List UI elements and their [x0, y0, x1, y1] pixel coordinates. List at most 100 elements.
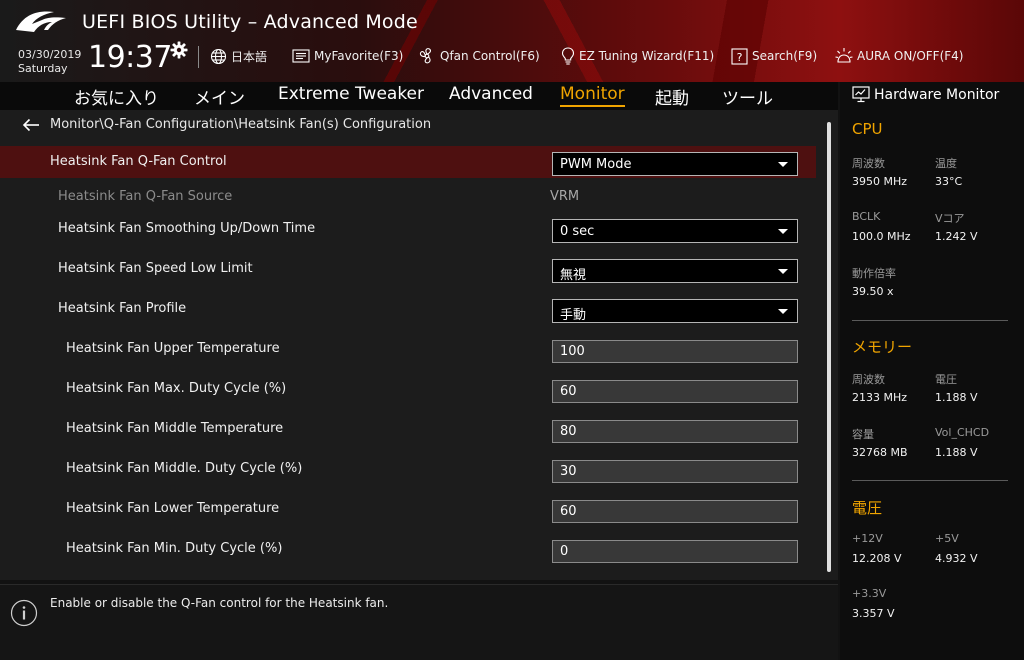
breadcrumb: Monitor\Q-Fan Configuration\Heatsink Fan… — [22, 117, 431, 132]
hw-divider — [852, 480, 1008, 481]
title-bar: UEFI BIOS Utility – Advanced Mode 03/30/… — [0, 0, 1024, 82]
rog-logo-icon — [16, 11, 66, 32]
setting-row-smoothing-time[interactable]: Heatsink Fan Smoothing Up/Down Time 0 se… — [0, 214, 816, 246]
hw-voltage-title: 電圧 — [852, 499, 883, 517]
hw-33v-label: +3.3V — [852, 587, 887, 600]
qfan-control-label: Qfan Control(F6) — [440, 49, 540, 63]
hardware-monitor-title: Hardware Monitor — [874, 86, 1000, 103]
info-icon — [10, 599, 38, 627]
hw-cpu-bclk-label: BCLK — [852, 210, 881, 223]
tab-main[interactable]: メイン — [194, 84, 245, 109]
setting-row-fan-profile[interactable]: Heatsink Fan Profile 手動 — [0, 294, 816, 326]
ez-tuning-wizard-button[interactable]: EZ Tuning Wizard(F11) — [561, 46, 714, 66]
hw-mem-chcd-label: Vol_CHCD — [935, 426, 990, 439]
hw-divider — [852, 320, 1008, 321]
hw-cpu-temp-value: 33°C — [935, 175, 963, 188]
select-value: PWM Mode — [560, 157, 632, 172]
lightbulb-icon — [561, 47, 575, 65]
setting-label: Heatsink Fan Lower Temperature — [66, 501, 280, 516]
main-tab-bar: お気に入り メイン Extreme Tweaker Advanced Monit… — [0, 82, 838, 110]
min-duty-cycle-input[interactable] — [552, 540, 798, 563]
app-title: UEFI BIOS Utility – Advanced Mode — [82, 11, 418, 33]
hw-5v-label: +5V — [935, 532, 959, 545]
hw-cpu-title: CPU — [852, 120, 883, 138]
globe-icon — [210, 48, 227, 64]
qfan-control-select[interactable]: PWM Mode — [552, 152, 798, 176]
ez-tuning-wizard-label: EZ Tuning Wizard(F11) — [579, 49, 715, 63]
setting-row-middle-temperature[interactable]: Heatsink Fan Middle Temperature — [0, 414, 816, 446]
select-value: 0 sec — [560, 224, 595, 239]
svg-text:?: ? — [737, 51, 743, 64]
setting-label: Heatsink Fan Profile — [58, 301, 187, 316]
aura-toggle-label: AURA ON/OFF(F4) — [857, 49, 964, 63]
day-readout: Saturday — [18, 62, 68, 75]
qfan-control-button[interactable]: Qfan Control(F6) — [418, 46, 540, 66]
select-value: 無視 — [560, 268, 587, 283]
hw-12v-label: +12V — [852, 532, 883, 545]
help-bar: Enable or disable the Q-Fan control for … — [0, 584, 838, 660]
hw-cpu-temp-label: 温度 — [935, 157, 957, 170]
hardware-monitor-panel: Hardware Monitor CPU 周波数 温度 3950 MHz 33°… — [840, 82, 1024, 660]
setting-label: Heatsink Fan Upper Temperature — [66, 341, 280, 356]
upper-temperature-input[interactable] — [552, 340, 798, 363]
hw-mem-freq-label: 周波数 — [852, 373, 885, 386]
speed-low-limit-select[interactable]: 無視 — [552, 259, 798, 283]
caret-down-icon — [778, 162, 788, 167]
setting-row-qfan-source: Heatsink Fan Q-Fan Source VRM — [0, 181, 816, 213]
setting-label: Heatsink Fan Min. Duty Cycle (%) — [66, 541, 283, 556]
middle-duty-cycle-input[interactable] — [552, 460, 798, 483]
lower-temperature-input[interactable] — [552, 500, 798, 523]
myfavorite-button[interactable]: MyFavorite(F3) — [292, 46, 403, 66]
breadcrumb-path: Monitor\Q-Fan Configuration\Heatsink Fan… — [50, 117, 432, 132]
tab-boot[interactable]: 起動 — [655, 84, 689, 109]
hw-mem-chcd-value: 1.188 V — [935, 446, 978, 459]
tab-monitor[interactable]: Monitor — [560, 84, 625, 107]
hw-12v-value: 12.208 V — [852, 552, 902, 565]
hw-cpu-ratio-value: 39.50 x — [852, 285, 894, 298]
tab-advanced[interactable]: Advanced — [449, 84, 533, 104]
aura-icon — [835, 48, 853, 63]
smoothing-time-select[interactable]: 0 sec — [552, 219, 798, 243]
setting-label: Heatsink Fan Middle Temperature — [66, 421, 284, 436]
header-divider — [198, 46, 199, 68]
setting-row-middle-duty-cycle[interactable]: Heatsink Fan Middle. Duty Cycle (%) — [0, 454, 816, 486]
hw-memory-title: メモリー — [852, 338, 913, 356]
max-duty-cycle-input[interactable] — [552, 380, 798, 403]
date-readout: 03/30/2019 — [18, 48, 82, 61]
setting-label: Heatsink Fan Q-Fan Source — [58, 189, 233, 204]
caret-down-icon — [778, 269, 788, 274]
caret-down-icon — [778, 309, 788, 314]
language-label: 日本語 — [231, 49, 268, 64]
hw-mem-capacity-label: 容量 — [852, 428, 874, 441]
hw-mem-volt-value: 1.188 V — [935, 391, 978, 404]
help-box-icon: ? — [731, 47, 748, 65]
settings-panel: Monitor\Q-Fan Configuration\Heatsink Fan… — [0, 110, 838, 580]
search-button[interactable]: ? Search(F9) — [731, 46, 817, 66]
hw-mem-freq-value: 2133 MHz — [852, 391, 908, 404]
language-button[interactable]: 日本語 — [210, 46, 267, 66]
fan-icon — [419, 48, 431, 64]
aura-toggle-button[interactable]: AURA ON/OFF(F4) — [835, 46, 963, 66]
back-arrow-icon[interactable] — [22, 118, 40, 132]
fan-profile-select[interactable]: 手動 — [552, 299, 798, 323]
hw-cpu-freq-value: 3950 MHz — [852, 175, 908, 188]
setting-static-value: VRM — [550, 189, 580, 204]
setting-row-speed-low-limit[interactable]: Heatsink Fan Speed Low Limit 無視 — [0, 254, 816, 286]
search-label: Search(F9) — [752, 49, 818, 63]
hw-cpu-vcore-label: Vコア — [935, 212, 965, 225]
setting-row-min-duty-cycle[interactable]: Heatsink Fan Min. Duty Cycle (%) — [0, 534, 816, 566]
tab-tool[interactable]: ツール — [722, 84, 773, 109]
tab-favorites[interactable]: お気に入り — [74, 84, 159, 109]
setting-label: Heatsink Fan Smoothing Up/Down Time — [58, 221, 316, 236]
content-scrollbar[interactable] — [827, 122, 831, 572]
help-text: Enable or disable the Q-Fan control for … — [50, 596, 389, 610]
setting-row-lower-temperature[interactable]: Heatsink Fan Lower Temperature — [0, 494, 816, 526]
myfavorite-label: MyFavorite(F3) — [314, 49, 404, 63]
caret-down-icon — [778, 229, 788, 234]
gear-icon[interactable] — [170, 41, 188, 59]
setting-row-upper-temperature[interactable]: Heatsink Fan Upper Temperature — [0, 334, 816, 366]
middle-temperature-input[interactable] — [552, 420, 798, 443]
setting-row-qfan-control[interactable]: Heatsink Fan Q-Fan Control PWM Mode — [0, 146, 816, 178]
tab-extreme-tweaker[interactable]: Extreme Tweaker — [278, 84, 424, 104]
setting-row-max-duty-cycle[interactable]: Heatsink Fan Max. Duty Cycle (%) — [0, 374, 816, 406]
